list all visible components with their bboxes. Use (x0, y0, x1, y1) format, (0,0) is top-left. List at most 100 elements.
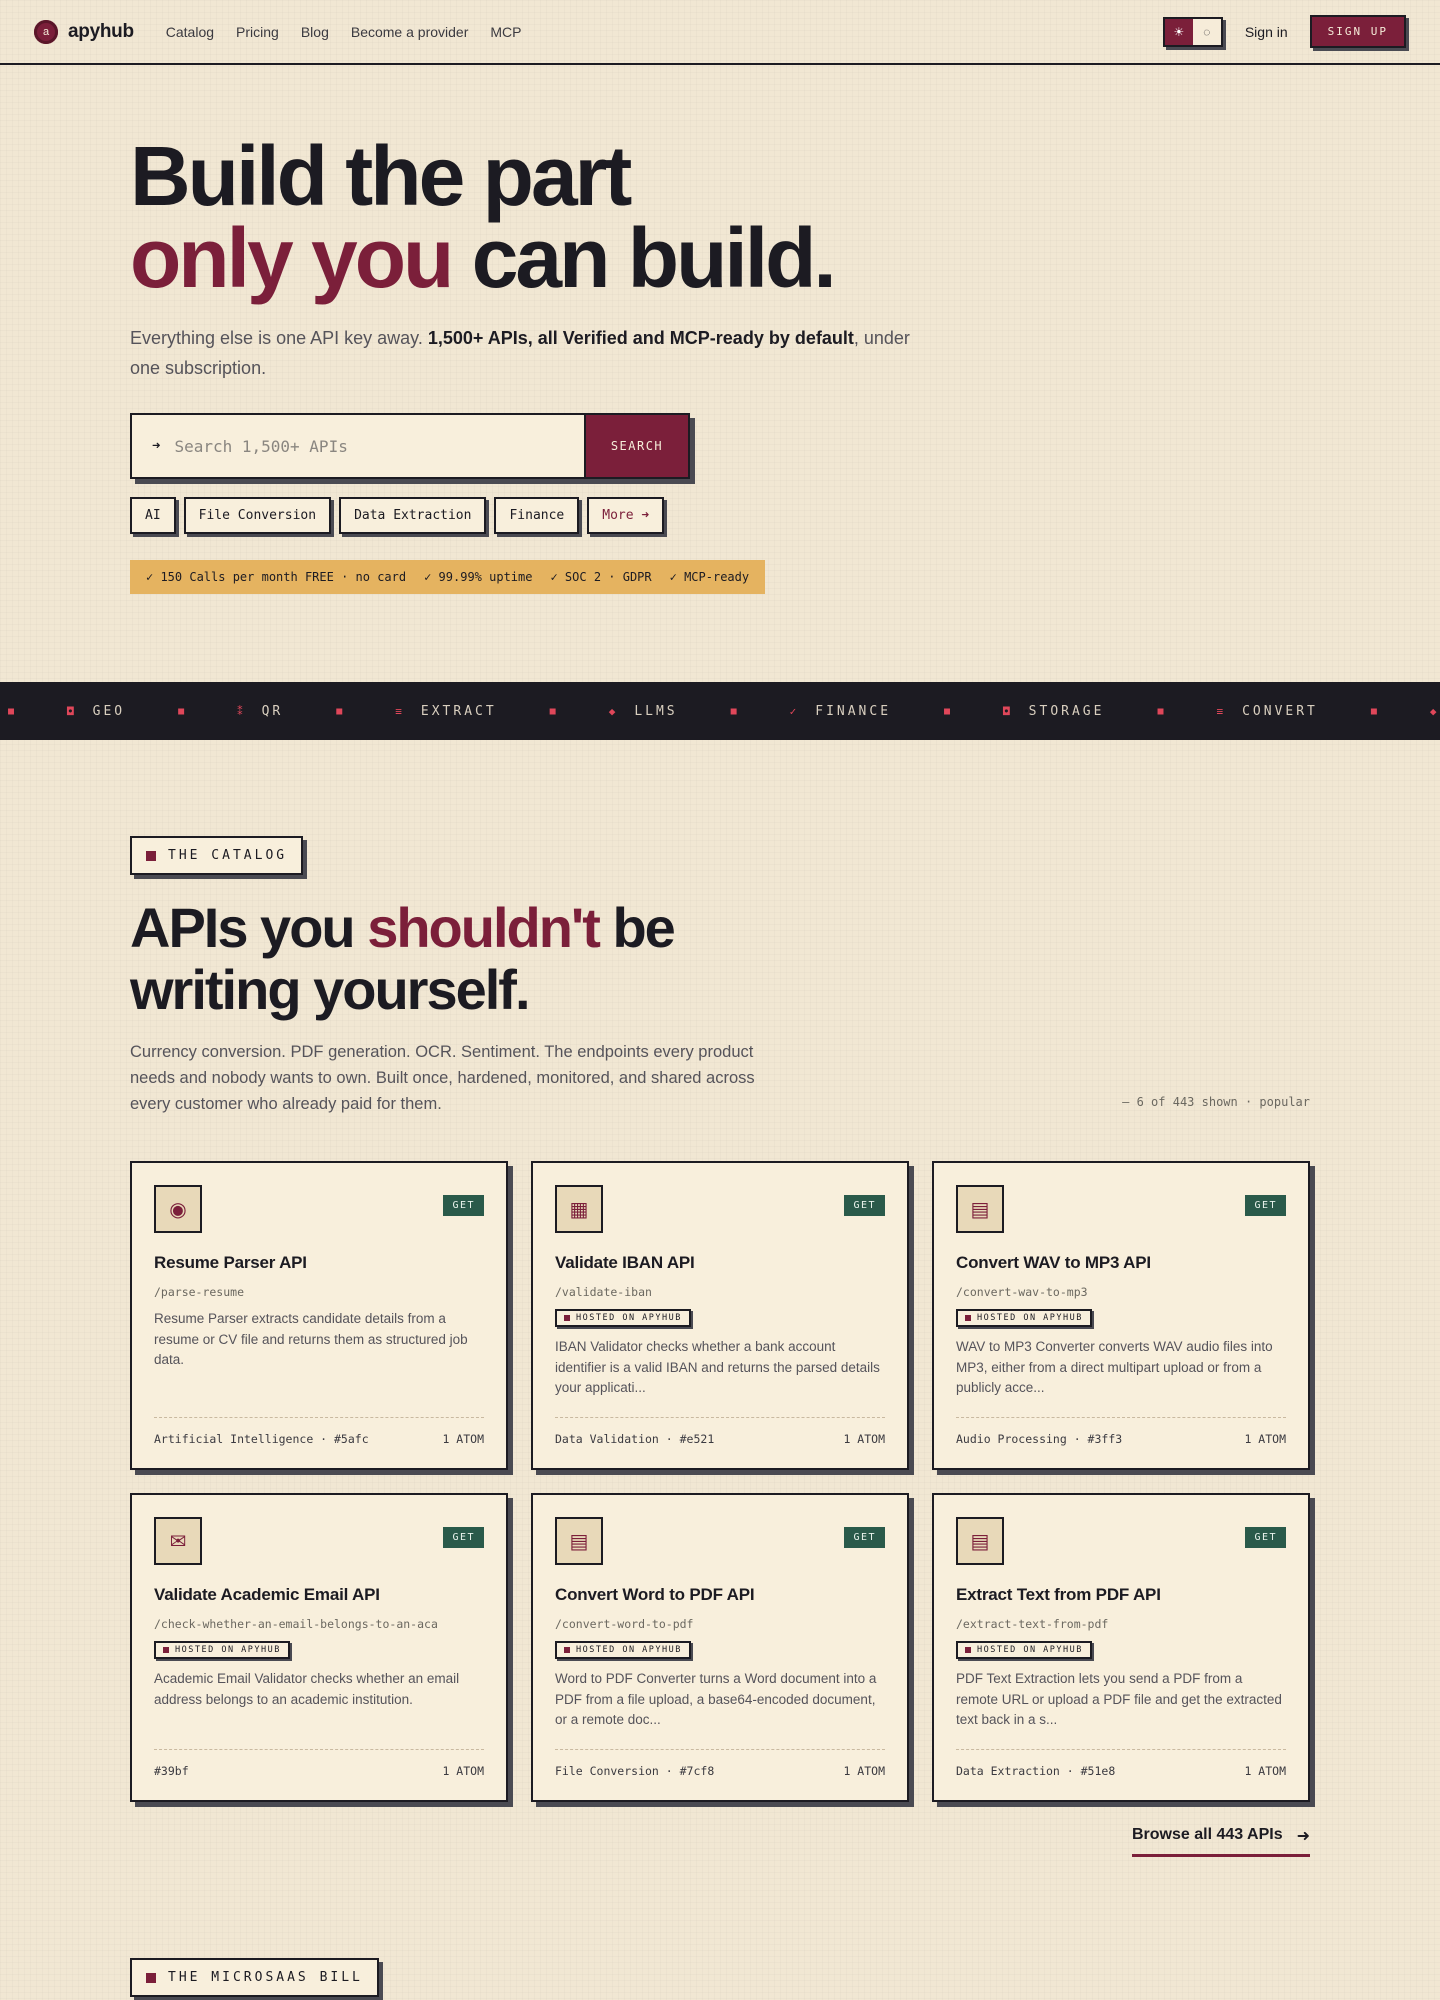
card-footer: Data Validation · #e521 1 ATOM (555, 1417, 885, 1446)
resume-icon: ◉ (154, 1185, 202, 1233)
card-description: Resume Parser extracts candidate details… (154, 1311, 468, 1367)
hero-accent: only you (130, 211, 454, 305)
square-icon (965, 1647, 971, 1653)
ticker-item-llms[interactable]: ◆ LLMS (564, 704, 723, 719)
card-category: Artificial Intelligence · #5afc (154, 1432, 369, 1446)
ticker-separator: ■ (1370, 705, 1377, 717)
ticker-separator: ■ (178, 705, 185, 717)
trust-compliance: ✓ SOC 2 · GDPR (550, 570, 652, 584)
card-description: IBAN Validator checks whether a bank acc… (555, 1339, 880, 1395)
hosted-badge: HOSTED ON APYHUB (154, 1641, 290, 1659)
document-icon: ▤ (956, 1185, 1004, 1233)
nav-link-blog[interactable]: Blog (301, 24, 329, 40)
category-ticker: ■ ◘ GEO ■ ⁑ QR ■ ≡ EXTRACT ■ ◆ LLMS ■ ✓ FINAN… (0, 682, 1440, 740)
ticker-label: LLMS (634, 703, 678, 719)
category-chips: AI File Conversion Data Extraction Finan… (130, 497, 1030, 534)
iban-grid-icon: ▦ (555, 1185, 603, 1233)
card-description: Word to PDF Converter turns a Word docum… (555, 1671, 877, 1727)
catalog-title-a: APIs you (130, 896, 356, 959)
card-title[interactable]: Extract Text from PDF API (956, 1585, 1286, 1605)
ticker-separator: ■ (944, 705, 951, 717)
card-path: /convert-word-to-pdf (555, 1617, 694, 1631)
ticker-item-extract[interactable]: ≡ EXTRACT (350, 704, 541, 719)
chip-more[interactable]: More ➜ (587, 497, 665, 534)
hosted-label: HOSTED ON APYHUB (576, 1313, 682, 1323)
ticker-separator: ■ (336, 705, 343, 717)
card-title[interactable]: Convert WAV to MP3 API (956, 1253, 1286, 1273)
hosted-badge: HOSTED ON APYHUB (956, 1309, 1092, 1327)
document-icon: ▤ (555, 1517, 603, 1565)
api-card[interactable]: ▤ GET Extract Text from PDF API /extract… (932, 1493, 1310, 1802)
card-category: Data Validation · #e521 (555, 1432, 715, 1446)
ticker-item-convert[interactable]: ≡ CONVERT (1171, 704, 1362, 719)
ticker-label: GEO (92, 703, 126, 719)
chip-data-extraction[interactable]: Data Extraction (339, 497, 487, 534)
ticker-label: EXTRACT (420, 703, 497, 719)
hosted-label: HOSTED ON APYHUB (977, 1313, 1083, 1323)
ticker-label: QR (261, 703, 284, 719)
ticker-item-finance[interactable]: ✓ FINANCE (745, 704, 936, 719)
ticker-item-storage[interactable]: ◘ STORAGE (958, 704, 1149, 719)
card-category: #39bf (154, 1764, 189, 1778)
logo[interactable]: a apyhub (34, 19, 134, 44)
sun-icon[interactable]: ☀ (1164, 18, 1193, 45)
nav-link-pricing[interactable]: Pricing (236, 24, 279, 40)
trust-mcp: ✓ MCP-ready (669, 570, 750, 584)
hosted-label: HOSTED ON APYHUB (175, 1645, 281, 1655)
theme-toggle[interactable]: ☀ ◌ (1162, 16, 1223, 47)
search-input[interactable]: ➜ Search 1,500+ APIs (132, 415, 584, 477)
sign-up-button[interactable]: SIGN UP (1309, 15, 1406, 48)
ticker-label: FINANCE (815, 703, 892, 719)
catalog-description-row: Currency conversion. PDF generation. OCR… (130, 1021, 1310, 1117)
card-footer: #39bf 1 ATOM (154, 1749, 484, 1778)
api-card[interactable]: ▦ GET Validate IBAN API /validate-iban H… (531, 1161, 909, 1470)
chip-ai[interactable]: AI (130, 497, 176, 534)
square-icon (564, 1315, 570, 1321)
arrow-right-icon: ➜ (1296, 1828, 1310, 1845)
moon-icon[interactable]: ◌ (1192, 18, 1221, 45)
search-button[interactable]: SEARCH (584, 415, 688, 477)
ticker-item-qr[interactable]: ⁑ QR (192, 704, 328, 719)
square-icon (564, 1647, 570, 1653)
card-cost: 1 ATOM (1244, 1432, 1286, 1446)
arrow-right-icon: ➜ (152, 438, 161, 454)
convert-icon: ≡ (1216, 704, 1227, 718)
top-nav: a apyhub Catalog Pricing Blog Become a p… (0, 0, 1440, 65)
catalog-section: THE CATALOG APIs you shouldn't be writin… (130, 836, 1310, 1857)
card-description: WAV to MP3 Converter converts WAV audio … (956, 1339, 1273, 1395)
card-path: /parse-resume (154, 1285, 245, 1299)
catalog-title-accent: shouldn't (367, 896, 601, 959)
card-path: /validate-iban (555, 1285, 652, 1299)
ticker-track: ■ ◘ GEO ■ ⁑ QR ■ ≡ EXTRACT ■ ◆ LLMS ■ ✓ FINAN… (0, 704, 1440, 719)
ticker-item-ai[interactable]: ◆AI (1385, 704, 1440, 719)
ticker-item-geo[interactable]: ◘ GEO (22, 704, 170, 719)
chip-finance[interactable]: Finance (494, 497, 580, 534)
catalog-title-c: writing yourself. (130, 958, 530, 1021)
nav-link-catalog[interactable]: Catalog (166, 24, 214, 40)
get-badge: GET (443, 1527, 484, 1548)
get-badge: GET (1245, 1527, 1286, 1548)
card-title[interactable]: Convert Word to PDF API (555, 1585, 885, 1605)
nav-link-become-provider[interactable]: Become a provider (351, 24, 469, 40)
card-title[interactable]: Resume Parser API (154, 1253, 484, 1273)
api-card[interactable]: ▤ GET Convert Word to PDF API /convert-w… (531, 1493, 909, 1802)
browse-all-link[interactable]: Browse all 443 APIs ➜ (1132, 1826, 1310, 1857)
ticker-separator: ■ (730, 705, 737, 717)
microsaas-eyebrow: THE MICROSAAS BILL (130, 1958, 379, 1997)
api-card[interactable]: ✉ GET Validate Academic Email API /check… (130, 1493, 508, 1802)
card-path: /convert-wav-to-mp3 (956, 1285, 1088, 1299)
extract-icon: ≡ (395, 704, 405, 718)
api-card[interactable]: ▤ GET Convert WAV to MP3 API /convert-wa… (932, 1161, 1310, 1470)
hero-line-2: can build. (471, 211, 837, 305)
hosted-badge: HOSTED ON APYHUB (956, 1641, 1092, 1659)
card-cost: 1 ATOM (1244, 1764, 1286, 1778)
catalog-title: APIs you shouldn't be writing yourself. (130, 897, 1310, 1021)
nav-link-mcp[interactable]: MCP (490, 24, 521, 40)
chip-file-conversion[interactable]: File Conversion (183, 497, 332, 534)
nav-right: ☀ ◌ Sign in SIGN UP (1162, 15, 1406, 48)
sign-in-link[interactable]: Sign in (1245, 24, 1288, 40)
card-path: /check-whether-an-email-belongs-to-an-ac… (154, 1617, 438, 1631)
api-card[interactable]: ◉ GET Resume Parser API /parse-resume Re… (130, 1161, 508, 1470)
card-title[interactable]: Validate Academic Email API (154, 1585, 484, 1605)
card-title[interactable]: Validate IBAN API (555, 1253, 885, 1273)
